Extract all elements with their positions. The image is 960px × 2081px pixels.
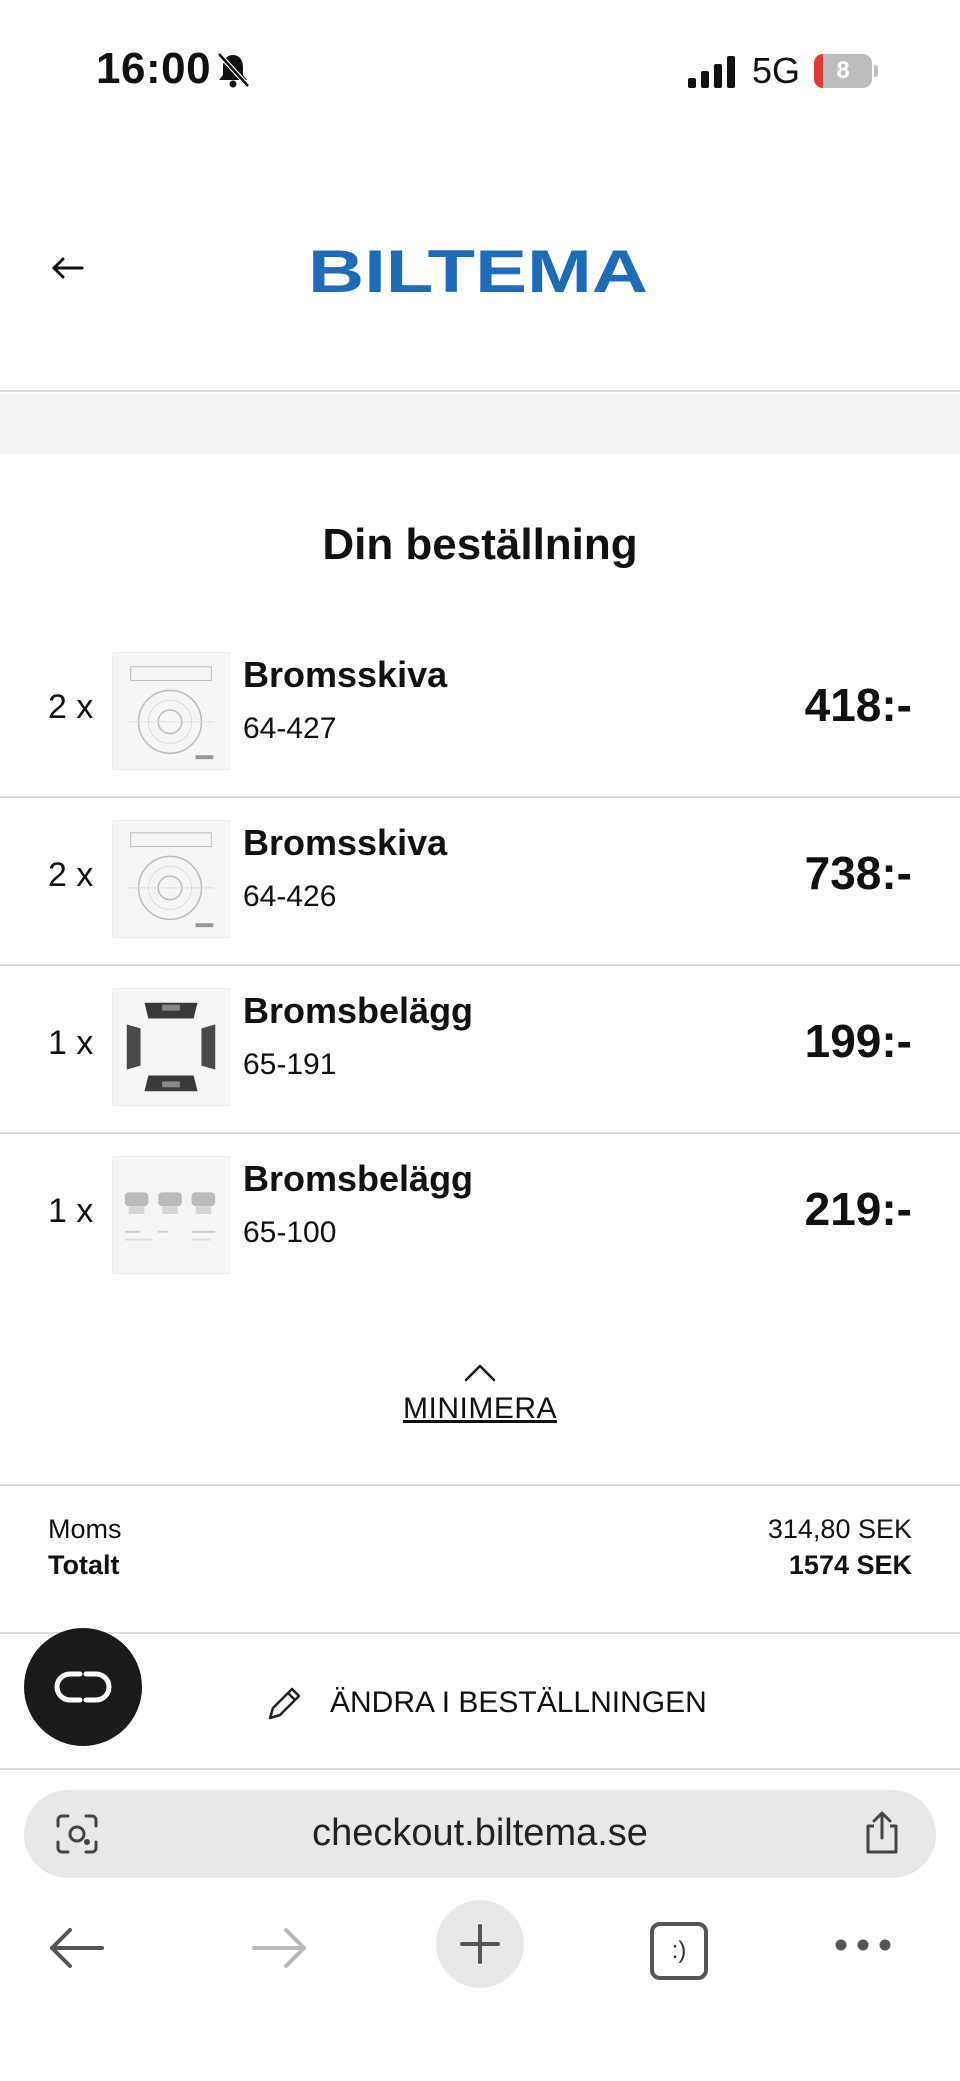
brake-disc-thumbnail[interactable] xyxy=(112,820,230,938)
page-title: Din beställning xyxy=(322,520,638,569)
item-name: Bromsbelägg xyxy=(243,1158,474,1199)
new-tab-button[interactable] xyxy=(436,1900,524,1988)
battery-level: 8 xyxy=(836,57,850,84)
browser-forward-icon[interactable] xyxy=(250,1926,308,1970)
biltema-logo[interactable]: BILTEMA xyxy=(306,243,651,299)
item-price: 199:- xyxy=(804,1015,912,1067)
bell-muted-icon xyxy=(217,52,250,88)
plus-icon xyxy=(460,1924,500,1964)
svg-text:BILTEMA: BILTEMA xyxy=(308,243,648,299)
tabs-glyph: :) xyxy=(671,1937,687,1964)
pencil-icon xyxy=(268,1687,301,1720)
tabs-button[interactable]: :) xyxy=(650,1922,708,1980)
edit-order-label: ÄNDRA I BESTÄLLNINGEN xyxy=(330,1686,707,1719)
item-code: 65-100 xyxy=(243,1216,337,1249)
item-code: 64-426 xyxy=(243,880,337,913)
order-item: 1 x Bromsbelägg 65-191 199:- xyxy=(0,966,960,1134)
status-time: 16:00 xyxy=(96,44,212,93)
order-totals: Moms 314,80 SEK Totalt 1574 SEK xyxy=(0,1484,960,1634)
order-item: 2 x Bromsskiva 64-426 738:- xyxy=(0,798,960,966)
item-name: Bromsbelägg xyxy=(243,990,474,1031)
item-quantity: 1 x xyxy=(48,1024,94,1062)
edit-order-button[interactable]: ÄNDRA I BESTÄLLNINGEN xyxy=(0,1636,960,1770)
item-name: Bromsskiva xyxy=(243,822,448,863)
url-text[interactable]: checkout.biltema.se xyxy=(24,1812,936,1855)
order-item: 1 x Bromsbelägg 65-100 219:- xyxy=(0,1134,960,1302)
minimize-label: MINIMERA xyxy=(403,1392,557,1425)
signal-icon xyxy=(688,56,735,88)
item-quantity: 2 x xyxy=(48,856,94,894)
item-price: 219:- xyxy=(804,1183,912,1235)
site-header: BILTEMA xyxy=(0,200,960,392)
total-value: 1574 SEK xyxy=(788,1550,912,1580)
minimize-button[interactable]: MINIMERA xyxy=(380,1362,580,1442)
item-price: 418:- xyxy=(804,679,912,731)
back-arrow-icon[interactable] xyxy=(50,250,86,286)
share-icon[interactable] xyxy=(862,1810,902,1856)
total-label: Totalt xyxy=(48,1550,120,1580)
divider-band xyxy=(0,394,960,454)
item-price: 738:- xyxy=(804,847,912,899)
item-quantity: 1 x xyxy=(48,1192,94,1230)
tax-value: 314,80 SEK xyxy=(767,1514,912,1544)
chat-icon xyxy=(54,1671,112,1703)
item-quantity: 2 x xyxy=(48,688,94,726)
browser-toolbar: :) xyxy=(0,1900,960,1990)
battery-indicator: 8 xyxy=(814,54,878,88)
item-name: Bromsskiva xyxy=(243,654,448,695)
browser-back-icon[interactable] xyxy=(48,1926,106,1970)
more-icon[interactable] xyxy=(834,1938,892,1952)
chevron-up-icon xyxy=(464,1364,496,1382)
item-code: 65-191 xyxy=(243,1048,337,1081)
chat-button[interactable] xyxy=(24,1628,142,1746)
order-item: 2 x Bromsskiva 64-427 418:- xyxy=(0,630,960,798)
tax-label: Moms xyxy=(48,1514,122,1544)
brake-pads-thumbnail[interactable] xyxy=(112,1156,230,1274)
brake-disc-thumbnail[interactable] xyxy=(112,652,230,770)
item-code: 64-427 xyxy=(243,712,337,745)
status-bar: 16:00 5G 8 xyxy=(0,0,960,140)
brake-pads-thumbnail[interactable] xyxy=(112,988,230,1106)
url-bar[interactable]: checkout.biltema.se xyxy=(24,1790,936,1878)
network-type: 5G xyxy=(752,50,801,91)
